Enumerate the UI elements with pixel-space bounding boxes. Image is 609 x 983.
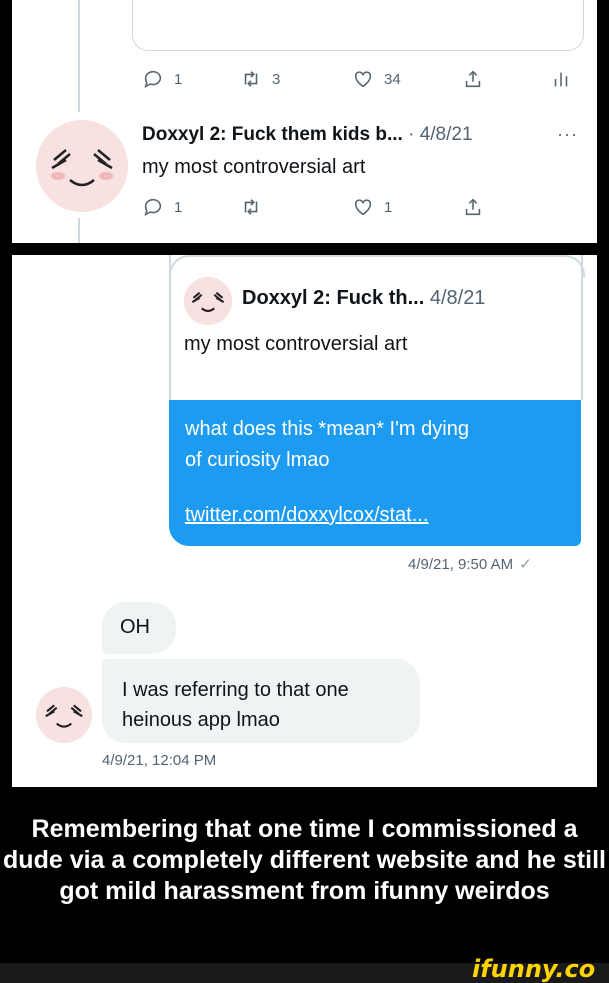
tweet-text: my most controversial art <box>142 156 366 178</box>
like-button[interactable]: 1 <box>352 196 392 218</box>
analytics-button[interactable] <box>550 68 572 90</box>
like-count: 1 <box>384 198 393 216</box>
received-message-text: I was referring to that one heinous app … <box>122 679 349 731</box>
avatar-drawing <box>36 120 128 212</box>
avatar-drawing <box>36 687 92 743</box>
share-button[interactable] <box>462 68 484 90</box>
tweet-panel: 1 3 34 Doxxyl 2: Fuck them kids b... · 4… <box>12 0 597 243</box>
read-check-icon: ✓ <box>519 556 532 573</box>
tweet-header: Doxxyl 2: Fuck them kids b... · 4/8/21 <box>142 124 473 146</box>
quoted-tweet-card[interactable] <box>169 255 583 400</box>
like-count: 34 <box>384 70 401 88</box>
previous-tweet-media-card[interactable] <box>132 0 584 51</box>
retweet-icon <box>244 71 258 87</box>
share-button[interactable] <box>462 196 484 218</box>
retweet-button[interactable]: 3 <box>240 68 280 90</box>
avatar-drawing <box>184 277 232 325</box>
tweet-date[interactable]: 4/8/21 <box>420 124 473 145</box>
author-name[interactable]: Doxxyl 2: Fuck them kids b... <box>142 124 403 145</box>
received-message-bubble[interactable]: OH <box>102 602 176 654</box>
sent-message-text: what does this *mean* I'm dying of curio… <box>185 418 469 471</box>
like-icon <box>354 71 372 88</box>
sent-timestamp-text: 4/9/21, 9:50 AM <box>408 556 514 573</box>
sent-timestamp: 4/9/21, 9:50 AM ✓ <box>408 555 532 573</box>
reply-icon <box>144 198 162 216</box>
quote-text: my most controversial art <box>184 333 408 355</box>
received-message-bubble[interactable]: I was referring to that one heinous app … <box>102 659 420 743</box>
retweet-button[interactable] <box>240 196 272 218</box>
tweet-actions: 1 1 <box>132 196 577 226</box>
reply-button[interactable]: 1 <box>142 196 182 218</box>
quote-header: Doxxyl 2: Fuck th... 4/8/21 <box>242 287 485 310</box>
reply-icon <box>144 70 162 88</box>
received-message-text: OH <box>120 616 150 638</box>
more-icon[interactable]: ··· <box>557 124 578 145</box>
share-icon <box>465 70 481 88</box>
dm-panel: Doxxyl 2: Fuck th... 4/8/21 my most cont… <box>12 255 597 787</box>
thread-line-top <box>78 0 80 112</box>
like-button[interactable]: 34 <box>352 68 401 90</box>
thread-line-bottom <box>78 218 80 243</box>
like-icon <box>354 199 372 216</box>
sent-message-bubble[interactable]: what does this *mean* I'm dying of curio… <box>169 400 581 546</box>
quote-date: 4/8/21 <box>429 287 486 309</box>
avatar[interactable] <box>36 120 128 212</box>
date-separator: · <box>408 124 415 145</box>
reply-count: 1 <box>174 70 183 88</box>
reply-count: 1 <box>174 198 183 216</box>
analytics-icon <box>554 72 568 87</box>
share-icon <box>465 198 481 216</box>
previous-tweet-actions: 1 3 34 <box>132 68 577 98</box>
received-timestamp: 4/9/21, 12:04 PM <box>102 752 217 769</box>
retweet-count: 3 <box>272 70 281 88</box>
retweet-icon <box>244 199 258 215</box>
quote-author-name: Doxxyl 2: Fuck th... <box>242 287 425 309</box>
sent-message-link[interactable]: twitter.com/doxxylcox/stat... <box>185 504 428 527</box>
quote-avatar <box>184 277 232 325</box>
reply-button[interactable]: 1 <box>142 68 182 90</box>
ifunny-watermark: ifunny.co <box>472 955 596 983</box>
caption-text: Remembering that one time I commissioned… <box>3 815 606 905</box>
received-avatar[interactable] <box>36 687 92 743</box>
